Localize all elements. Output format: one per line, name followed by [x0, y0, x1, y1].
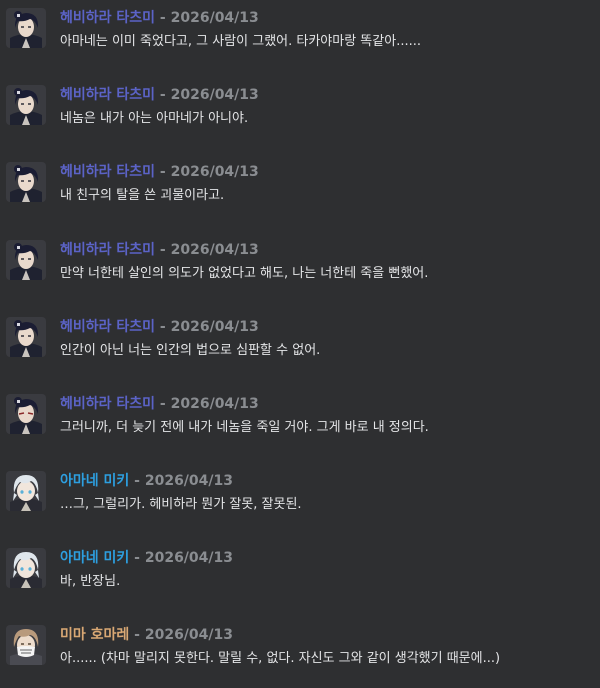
timestamp: 2026/04/13 — [144, 627, 233, 643]
chat-message: 헤비하라 타츠미 - 2026/04/13 네놈은 내가 아는 아마네가 아니야… — [0, 85, 600, 145]
header-separator: - — [129, 473, 145, 489]
author-name[interactable]: 헤비하라 타츠미 — [60, 87, 155, 103]
chat-message: 헤비하라 타츠미 - 2026/04/13 아마네는 이미 죽었다고, 그 사람… — [0, 8, 600, 68]
timestamp: 2026/04/13 — [144, 550, 233, 566]
message-text: …그, 그럴리가. 헤비하라 뭔가 잘못, 잘못된. — [60, 497, 302, 512]
chat-message: 아마네 미키 - 2026/04/13 …그, 그럴리가. 헤비하라 뭔가 잘못… — [0, 471, 600, 531]
chat-message: 미마 호마레 - 2026/04/13 아...... (차마 말리지 못한다.… — [0, 625, 600, 685]
author-name[interactable]: 아마네 미키 — [60, 473, 129, 489]
message-header: 헤비하라 타츠미 - 2026/04/13 — [60, 85, 259, 105]
author-name[interactable]: 헤비하라 타츠미 — [60, 242, 155, 258]
message-text: 인간이 아닌 너는 인간의 법으로 심판할 수 없어. — [60, 343, 321, 358]
message-header: 아마네 미키 - 2026/04/13 — [60, 471, 233, 491]
message-text: 아마네는 이미 죽었다고, 그 사람이 그랬어. 타카야마랑 똑같아...... — [60, 34, 421, 49]
message-header: 헤비하라 타츠미 - 2026/04/13 — [60, 8, 259, 28]
timestamp: 2026/04/13 — [170, 10, 259, 26]
author-name[interactable]: 헤비하라 타츠미 — [60, 10, 155, 26]
chat-message: 아마네 미키 - 2026/04/13 바, 반장님. — [0, 548, 600, 608]
author-name[interactable]: 헤비하라 타츠미 — [60, 396, 155, 412]
header-separator: - — [155, 396, 171, 412]
message-header: 헤비하라 타츠미 - 2026/04/13 — [60, 317, 259, 337]
header-separator: - — [155, 10, 171, 26]
header-separator: - — [155, 164, 171, 180]
message-text: 만약 너한테 살인의 의도가 없었다고 해도, 나는 너한테 죽을 뻔했어. — [60, 266, 429, 281]
chat-message: 헤비하라 타츠미 - 2026/04/13 인간이 아닌 너는 인간의 법으로 … — [0, 317, 600, 377]
message-header: 아마네 미키 - 2026/04/13 — [60, 548, 233, 568]
timestamp: 2026/04/13 — [170, 87, 259, 103]
header-separator: - — [155, 87, 171, 103]
header-separator: - — [155, 319, 171, 335]
message-text: 그러니까, 더 늦기 전에 내가 네놈을 죽일 거야. 그게 바로 내 정의다. — [60, 420, 429, 435]
message-text: 아...... (차마 말리지 못한다. 말릴 수, 없다. 자신도 그와 같이… — [60, 651, 501, 666]
message-text: 네놈은 내가 아는 아마네가 아니야. — [60, 111, 249, 126]
dark-hair-avatar[interactable] — [6, 85, 46, 125]
timestamp: 2026/04/13 — [170, 164, 259, 180]
header-separator: - — [129, 550, 145, 566]
dark-hair-avatar[interactable] — [6, 317, 46, 357]
chat-message: 헤비하라 타츠미 - 2026/04/13 내 친구의 탈을 쓴 괴물이라고. — [0, 162, 600, 222]
timestamp: 2026/04/13 — [170, 242, 259, 258]
message-header: 헤비하라 타츠미 - 2026/04/13 — [60, 240, 259, 260]
dark-hair-avatar[interactable] — [6, 8, 46, 48]
message-header: 헤비하라 타츠미 - 2026/04/13 — [60, 162, 259, 182]
author-name[interactable]: 미마 호마레 — [60, 627, 129, 643]
chat-message: 헤비하라 타츠미 - 2026/04/13 만약 너한테 살인의 의도가 없었다… — [0, 240, 600, 300]
dark-hair-avatar[interactable] — [6, 162, 46, 202]
author-name[interactable]: 헤비하라 타츠미 — [60, 164, 155, 180]
chat-message: 헤비하라 타츠미 - 2026/04/13 그러니까, 더 늦기 전에 내가 네… — [0, 394, 600, 454]
dark-hair-avatar[interactable] — [6, 240, 46, 280]
header-separator: - — [129, 627, 145, 643]
white-hair-avatar[interactable] — [6, 548, 46, 588]
message-text: 바, 반장님. — [60, 574, 121, 589]
author-name[interactable]: 아마네 미키 — [60, 550, 129, 566]
timestamp: 2026/04/13 — [144, 473, 233, 489]
message-header: 헤비하라 타츠미 - 2026/04/13 — [60, 394, 259, 414]
message-text: 내 친구의 탈을 쓴 괴물이라고. — [60, 188, 225, 203]
timestamp: 2026/04/13 — [170, 319, 259, 335]
timestamp: 2026/04/13 — [170, 396, 259, 412]
white-hair-avatar[interactable] — [6, 471, 46, 511]
author-name[interactable]: 헤비하라 타츠미 — [60, 319, 155, 335]
brown-hair-masked-avatar[interactable] — [6, 625, 46, 665]
dark-hair-avatar[interactable] — [6, 394, 46, 434]
message-header: 미마 호마레 - 2026/04/13 — [60, 625, 233, 645]
header-separator: - — [155, 242, 171, 258]
